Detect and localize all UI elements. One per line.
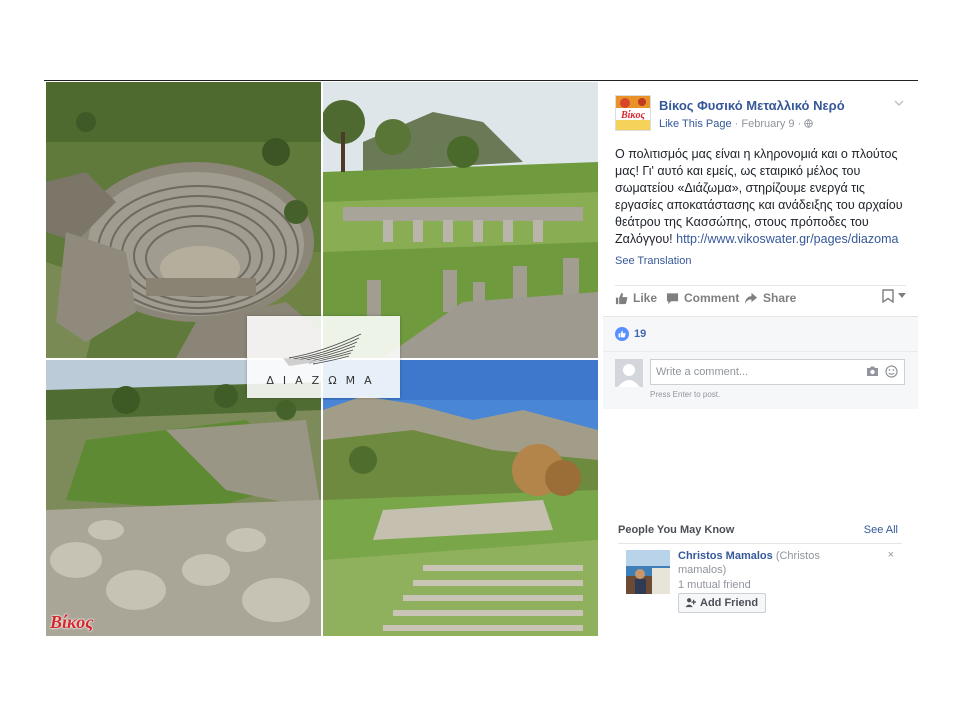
add-friend-button[interactable]: Add Friend [678, 593, 767, 613]
reaction-count: 19 [634, 328, 647, 340]
see-all-link[interactable]: See All [864, 524, 898, 536]
default-profile-icon [615, 359, 643, 387]
friend-photo[interactable] [626, 550, 670, 594]
see-translation-link[interactable]: See Translation [615, 255, 691, 267]
chevron-down-icon [898, 293, 906, 298]
mutual-friends-link[interactable]: 1 mutual friend [678, 579, 751, 591]
post-link[interactable]: http://www.vikoswater.gr/pages/diazoma [676, 232, 898, 246]
like-button[interactable]: Like [615, 291, 657, 305]
emoji-icon[interactable] [885, 365, 898, 378]
comments-divider [603, 351, 918, 352]
pymk-divider [618, 543, 902, 544]
vikos-brand-mark: Βίκος [50, 612, 94, 632]
comment-button[interactable]: Comment [666, 291, 739, 305]
photo-ruins-slope [46, 360, 321, 636]
diazoma-logo-text: ΔΙΑΖΩΜΑ [266, 374, 381, 387]
camera-icon[interactable] [866, 365, 879, 377]
chevron-down-icon[interactable] [894, 99, 904, 107]
diazoma-arcs-icon [283, 333, 362, 366]
comment-input-icons [866, 365, 898, 378]
post-message: Ο πολιτισμός μας είναι η κληρονομιά και … [615, 146, 911, 248]
page-avatar[interactable]: Βίκος [615, 95, 651, 131]
globe-icon [804, 119, 814, 128]
friend-name-link[interactable]: Christos Mamalos [678, 550, 773, 562]
save-menu-button[interactable] [881, 289, 906, 303]
comment-hint: Press Enter to post. [650, 390, 721, 399]
like-icon [615, 292, 628, 304]
post-photo-collage[interactable]: ΔΙΑΖΩΜΑ Βίκος [46, 82, 598, 636]
like-reaction-icon [615, 327, 629, 341]
meta-separator: · [794, 118, 805, 130]
close-icon[interactable]: × [888, 549, 894, 561]
friend-avatar-image [626, 550, 670, 594]
page-name-link[interactable]: Βίκος Φυσικό Μεταλλικό Νερό [659, 98, 845, 113]
share-button[interactable]: Share [744, 291, 796, 305]
commenter-avatar [615, 359, 643, 387]
comment-placeholder: Write a comment... [656, 366, 749, 378]
post-meta: Like This Page · February 9 · [659, 118, 814, 130]
photo-valley-mountains [323, 360, 598, 636]
post-date[interactable]: February 9 [741, 118, 794, 130]
diazoma-logo: ΔΙΑΖΩΜΑ [247, 316, 400, 398]
friend-name: Christos Mamalos (Christos mamalos) [678, 549, 838, 577]
svg-text:Βίκος: Βίκος [620, 110, 646, 121]
page-logo-icon: Βίκος [616, 96, 650, 130]
comment-input[interactable]: Write a comment... [650, 359, 905, 385]
comment-icon [666, 292, 679, 304]
comment-label: Comment [684, 291, 740, 305]
add-friend-label: Add Friend [700, 597, 759, 609]
share-icon [744, 292, 758, 304]
like-label: Like [633, 291, 658, 305]
top-divider [44, 80, 918, 81]
save-icon [882, 289, 894, 303]
actions-divider [615, 285, 906, 286]
comments-section: 19 Write a comment... Press Enter to pos… [603, 316, 918, 409]
like-page-link[interactable]: Like This Page [659, 118, 732, 130]
share-label: Share [763, 291, 797, 305]
reactions-summary[interactable]: 19 [615, 327, 646, 341]
add-friend-icon [685, 598, 696, 608]
pymk-title: People You May Know [618, 524, 735, 536]
meta-separator: · [731, 118, 742, 130]
